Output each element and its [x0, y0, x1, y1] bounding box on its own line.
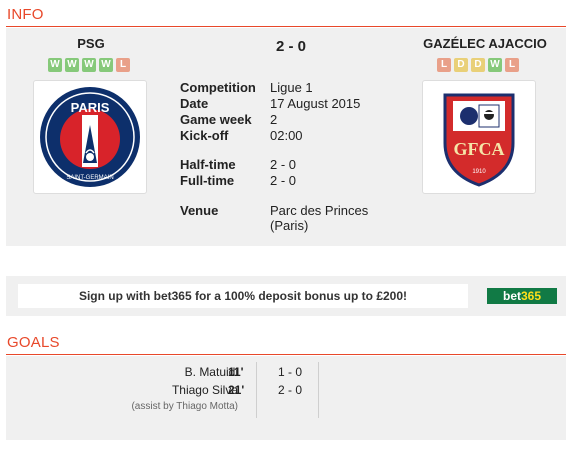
- detail-row-venue: Venue Parc des Princes (Paris): [180, 203, 400, 235]
- detail-value: 17 August 2015: [270, 96, 361, 111]
- gfca-crest-icon: GFCA 1910: [443, 93, 515, 187]
- psg-crest-icon: PARIS SAINT-GERMAIN: [40, 87, 140, 187]
- detail-value: 2 - 0: [270, 173, 297, 188]
- bet365-promo-banner[interactable]: Sign up with bet365 for a 100% deposit b…: [18, 284, 468, 308]
- form-badge: D: [471, 58, 485, 72]
- detail-row-competition: Competition Ligue 1: [180, 80, 400, 96]
- detail-value: 02:00: [270, 128, 303, 143]
- goals-panel: B. Matuidi 11' 1 - 0 Thiago Silva 21' 2 …: [6, 356, 566, 440]
- form-badge: D: [454, 58, 468, 72]
- form-badge: W: [82, 58, 96, 72]
- goal-minute: 21': [228, 383, 245, 397]
- info-section-rule: [6, 26, 566, 27]
- detail-row-game-week: Game week 2: [180, 112, 400, 128]
- home-team-name[interactable]: PSG: [46, 36, 136, 51]
- info-section-title: INFO: [7, 6, 44, 23]
- goal-assist-row: (assist by Thiago Motta): [6, 401, 566, 415]
- detail-row-full-time: Full-time 2 - 0: [180, 173, 400, 189]
- goal-score: 2 - 0: [278, 383, 303, 397]
- form-badge: W: [488, 58, 502, 72]
- bet365-logo[interactable]: bet365: [487, 288, 557, 304]
- away-team-logo[interactable]: GFCA 1910: [422, 80, 536, 194]
- bet365-logo-right: 365: [520, 289, 542, 303]
- match-info-panel: PSG W W W W L PARIS SAINT-GERMAIN 2 - 0 …: [6, 28, 566, 246]
- home-team-logo[interactable]: PARIS SAINT-GERMAIN: [33, 80, 147, 194]
- form-badge: L: [437, 58, 451, 72]
- detail-row-half-time: Half-time 2 - 0: [180, 157, 400, 173]
- detail-label: Game week: [180, 112, 252, 127]
- bet365-logo-left: bet: [502, 289, 521, 303]
- goal-score: 1 - 0: [278, 365, 303, 379]
- detail-row-kickoff: Kick-off 02:00: [180, 128, 400, 144]
- away-team-name[interactable]: GAZÉLEC AJACCIO: [410, 36, 560, 51]
- detail-label: Kick-off: [180, 128, 229, 143]
- detail-label: Full-time: [180, 173, 235, 188]
- goal-row: Thiago Silva 21' 2 - 0: [6, 383, 566, 399]
- form-badge: W: [65, 58, 79, 72]
- goal-assist: (assist by Thiago Motta): [131, 401, 238, 412]
- form-badge: W: [99, 58, 113, 72]
- detail-value[interactable]: Parc des Princes (Paris): [270, 203, 380, 233]
- goals-section-rule: [6, 354, 566, 355]
- detail-label: Competition: [180, 80, 256, 95]
- home-team-form: W W W W L: [48, 58, 130, 72]
- detail-label: Venue: [180, 203, 219, 218]
- gfca-logo-text: GFCA: [454, 139, 505, 159]
- detail-row-date: Date 17 August 2015: [180, 96, 400, 112]
- psg-logo-top-text: PARIS: [71, 100, 110, 115]
- goal-row: B. Matuidi 11' 1 - 0: [6, 365, 566, 381]
- detail-value: 2 - 0: [270, 157, 297, 172]
- psg-logo-bottom-text: SAINT-GERMAIN: [66, 175, 113, 181]
- away-team-form: L D D W L: [437, 58, 519, 72]
- detail-label: Half-time: [180, 157, 236, 172]
- form-badge: L: [505, 58, 519, 72]
- detail-value[interactable]: Ligue 1: [270, 80, 400, 95]
- goals-section-title: GOALS: [7, 334, 60, 351]
- detail-label: Date: [180, 96, 209, 111]
- goal-minute: 11': [228, 365, 244, 379]
- form-badge: W: [48, 58, 62, 72]
- match-score: 2 - 0: [275, 38, 306, 55]
- form-badge: L: [116, 58, 130, 72]
- detail-value: 2: [270, 112, 278, 127]
- gfca-logo-year: 1910: [472, 169, 486, 175]
